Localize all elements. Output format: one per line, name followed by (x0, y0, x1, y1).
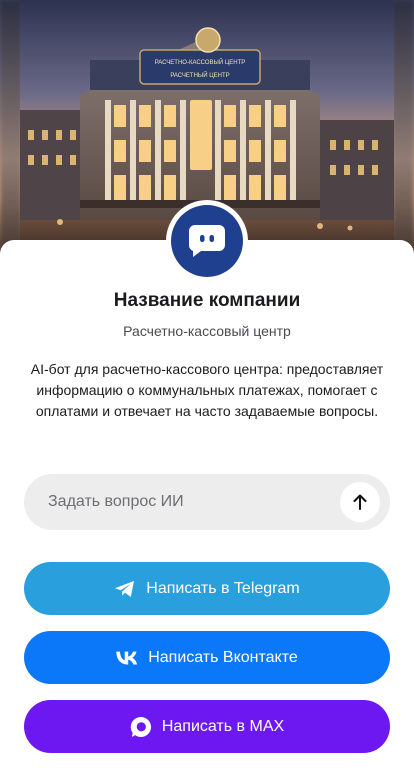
vk-icon (116, 651, 138, 665)
vk-button-label: Написать Вконтакте (148, 648, 298, 666)
hero-blur-right (392, 0, 414, 265)
bot-avatar-badge (171, 205, 243, 277)
chat-bot-icon (188, 225, 225, 257)
avatar (166, 200, 248, 282)
sign-bottom-text: РАСЧЕТНЫЙ ЦЕНТР (170, 71, 229, 79)
hero-blur-left (0, 0, 22, 265)
ask-ai-field[interactable] (24, 474, 390, 530)
max-icon (130, 716, 152, 738)
arrow-up-icon (353, 494, 367, 510)
telegram-button[interactable]: Написать в Telegram (24, 562, 390, 615)
company-name: Название компании (113, 290, 301, 311)
ask-ai-input[interactable] (48, 474, 348, 530)
telegram-button-label: Написать в Telegram (146, 579, 300, 597)
max-button-label: Написать в MAX (161, 717, 285, 735)
sign-top-text: РАСЧЕТНО-КАССОВЫЙ ЦЕНТР (155, 58, 246, 66)
max-button[interactable]: Написать в MAX (24, 700, 390, 753)
telegram-icon (114, 580, 136, 598)
company-category: Расчетно-кассовый центр (123, 323, 291, 339)
vk-button[interactable]: Написать Вконтакте (24, 631, 390, 684)
send-button[interactable] (340, 482, 380, 522)
company-description: AI-бот для расчетно-кассового центра: пр… (30, 361, 384, 419)
